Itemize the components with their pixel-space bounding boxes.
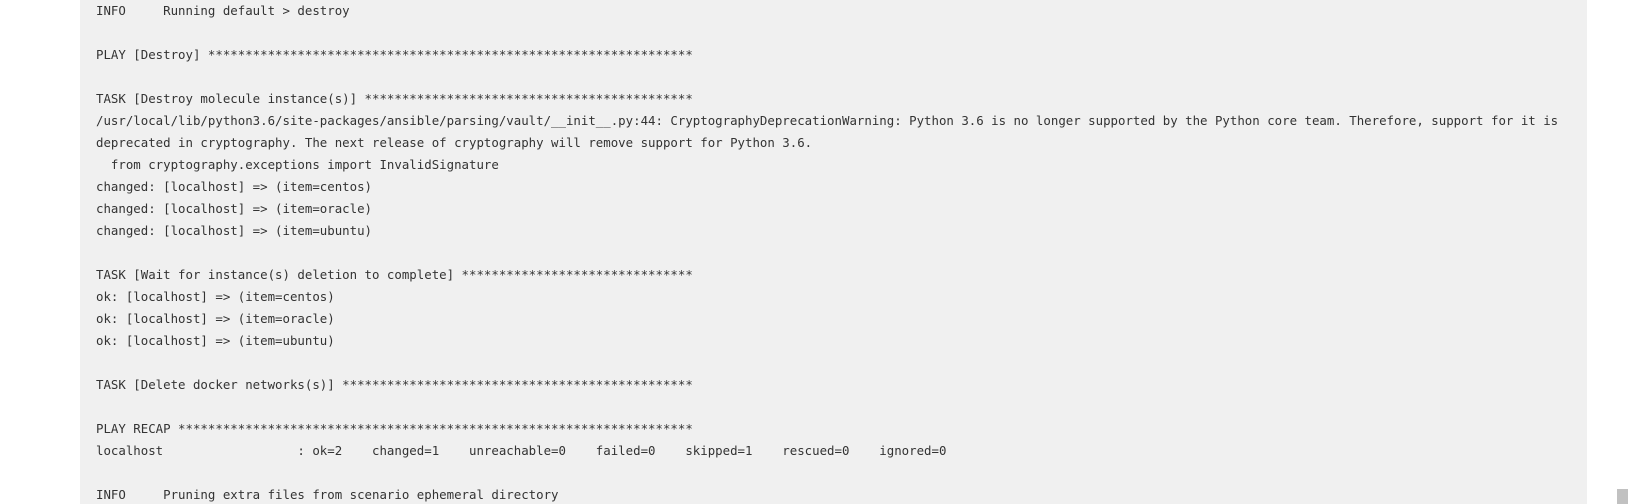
log-line: /usr/local/lib/python3.6/site-packages/a… bbox=[96, 113, 1559, 128]
log-line: PLAY [Destroy] *************************… bbox=[96, 47, 693, 62]
vertical-scrollbar[interactable] bbox=[1614, 0, 1631, 504]
log-line: ok: [localhost] => (item=ubuntu) bbox=[96, 333, 335, 348]
log-line: changed: [localhost] => (item=ubuntu) bbox=[96, 223, 373, 238]
log-line: TASK [Wait for instance(s) deletion to c… bbox=[96, 267, 693, 282]
log-line: INFO Pruning extra files from scenario e… bbox=[96, 487, 559, 502]
log-line: changed: [localhost] => (item=centos) bbox=[96, 179, 373, 194]
scrollbar-thumb[interactable] bbox=[1617, 489, 1628, 504]
console-log: INFO Running default > destroy PLAY [Dest… bbox=[96, 0, 1587, 504]
log-line: ok: [localhost] => (item=centos) bbox=[96, 289, 335, 304]
log-line: ok: [localhost] => (item=oracle) bbox=[96, 311, 335, 326]
log-line: TASK [Delete docker networks(s)] *******… bbox=[96, 377, 693, 392]
log-line: deprecated in cryptography. The next rel… bbox=[96, 135, 813, 150]
log-line: INFO Running default > destroy bbox=[96, 3, 350, 18]
log-line: from cryptography.exceptions import Inva… bbox=[96, 157, 499, 172]
page: INFO Running default > destroy PLAY [Dest… bbox=[0, 0, 1631, 504]
console-output-panel: INFO Running default > destroy PLAY [Dest… bbox=[80, 0, 1587, 504]
log-line: TASK [Destroy molecule instance(s)] ****… bbox=[96, 91, 693, 106]
log-line: PLAY RECAP *****************************… bbox=[96, 421, 693, 436]
log-line: localhost : ok=2 changed=1 unreachable=0… bbox=[96, 443, 947, 458]
log-line: changed: [localhost] => (item=oracle) bbox=[96, 201, 373, 216]
